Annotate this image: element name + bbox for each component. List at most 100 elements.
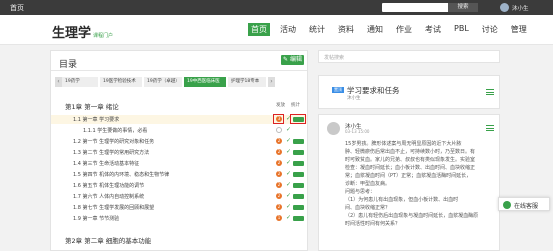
tab-class-1[interactable]: 19药学: [62, 77, 98, 87]
stats-badge[interactable]: [293, 194, 304, 199]
check-icon: ✓: [286, 159, 292, 166]
pinned-badge: 置顶: [332, 87, 344, 93]
post-text-line: 诊断：甲型血友病。: [345, 181, 391, 187]
list-item[interactable]: 1.9 第一章 节节测验 1 ✓: [51, 214, 307, 223]
check-icon: ✓: [286, 203, 292, 210]
check-icon: ✓: [286, 126, 292, 133]
stats-column-header: 统计: [291, 103, 300, 108]
top-home-link[interactable]: 首页: [10, 3, 24, 13]
list-item-label: 1.6 第五节 机体生理功能的调节: [73, 183, 145, 189]
avatar: [327, 122, 340, 135]
nav-discussion[interactable]: 讨论: [479, 23, 501, 36]
nav-home[interactable]: 首页: [248, 23, 270, 36]
user-avatar[interactable]: [500, 3, 509, 12]
post-text-line: 常；血浆凝血时间（PT）正常；血浆凝血活酶时间延长，: [345, 173, 472, 179]
stats-badge[interactable]: [293, 183, 304, 188]
stats-badge[interactable]: [293, 161, 304, 166]
stats-badge[interactable]: [293, 216, 304, 221]
list-item[interactable]: 1.1.1 学生要做的事情，必看 ✓: [51, 126, 307, 135]
nav-activity[interactable]: 活动: [277, 23, 299, 36]
task-count-badge: 2: [276, 149, 282, 155]
support-icon: [503, 201, 511, 209]
list-item-label: 1.9 第一章 节节测验: [73, 216, 120, 222]
status-ring-icon: [276, 127, 282, 133]
stats-badge[interactable]: [293, 150, 304, 155]
post-search-input[interactable]: 发帖搜索: [318, 50, 500, 63]
user-name[interactable]: 沐小生: [512, 4, 529, 12]
list-item[interactable]: 1.6 第五节 机体生理功能的调节 2 ✓: [51, 181, 307, 190]
tab-class-5[interactable]: 护理学18专本: [228, 77, 266, 87]
list-item-label: 1.4 第三节 生命活动基本特征: [73, 161, 140, 167]
task-count-badge: 2: [276, 193, 282, 199]
post-text-line: 时间活性时间有何关系？: [345, 221, 401, 227]
post-text-line: 检查：凝血时间延长；血小板计数、出血时间、血块收缩正: [345, 165, 476, 171]
task-count-badge: 2: [276, 160, 282, 166]
list-item-label: 1.7 第六节 人体内自动控制系统: [73, 194, 145, 200]
top-search-button[interactable]: 搜索: [448, 3, 478, 12]
post-text-line: 时可致贫血。家儿的兄弟、叔叔也有类似现象发生。实验室: [345, 157, 476, 163]
catalog-panel: 目录 ✎ 编辑 ‹ 19药学 19医学检验技术 19药学（卓越） 19中西医临床…: [50, 50, 308, 251]
divider: [51, 70, 307, 71]
stats-badge[interactable]: [293, 172, 304, 177]
list-item[interactable]: 1.4 第三节 生命活动基本特征 2 ✓: [51, 159, 307, 168]
post-date: 03-13 15:00: [345, 129, 370, 134]
task-count-badge: 2: [276, 138, 282, 144]
nav-stats[interactable]: 统计: [306, 23, 328, 36]
tab-next-arrow[interactable]: ›: [268, 77, 275, 87]
main-nav: 首页 活动 统计 资料 通知 作业 考试 PBL 讨论 管理: [248, 23, 537, 36]
list-item-label: 1.5 第四节 机体的内环境、稳态和生物节律: [73, 172, 170, 178]
list-item[interactable]: 1.8 第七节 生理学发展的回顾和展望 2 ✓: [51, 203, 307, 212]
support-label: 在线客服: [514, 203, 539, 210]
menu-icon[interactable]: [486, 125, 494, 131]
list-item[interactable]: 1.1 第一章 学习要求 3 ✓: [51, 114, 307, 124]
list-item[interactable]: 1.2 第一节 生理学的研究对象和任务 2 ✓: [51, 137, 307, 146]
course-logo[interactable]: 生理学 课程门户: [52, 22, 113, 41]
topic-author: 沐小生: [347, 96, 361, 101]
list-item-label: 1.1 第一章 学习要求: [73, 117, 120, 123]
release-column-header: 发放: [276, 103, 285, 108]
post-text-line: （2）患儿有轻伤后出血现象与凝血时间延长，血浆凝血酶原: [345, 213, 479, 219]
post-text-line: （1）为何患儿有出血现象，但血小板计数、出血时: [345, 197, 459, 203]
tab-class-2[interactable]: 19医学检验技术: [100, 77, 142, 87]
pinned-topic-card[interactable]: 置顶 学习要求和任务 沐小生: [318, 75, 500, 109]
online-support-button[interactable]: 在线客服: [498, 197, 550, 211]
post-card[interactable]: 沐小生 03-13 15:00 15岁男孩。脾形体述案与周无明显原因的近下大片脓…: [318, 114, 500, 251]
nav-homework[interactable]: 作业: [393, 23, 415, 36]
stats-badge[interactable]: [293, 205, 304, 210]
menu-icon[interactable]: [486, 89, 494, 95]
list-item[interactable]: 1.7 第六节 人体内自动控制系统 2 ✓: [51, 192, 307, 201]
list-item-label: 1.1.1 学生要做的事情，必看: [83, 128, 148, 134]
post-text-line: 间、血块收缩正常？: [345, 205, 391, 211]
nav-resources[interactable]: 资料: [335, 23, 357, 36]
task-count-badge: 2: [276, 171, 282, 177]
post-text-line: 15岁男孩。脾形体述案与周无明显原因的近下大片脓: [345, 141, 462, 147]
check-icon: ✓: [286, 214, 292, 221]
catalog-title: 目录: [59, 60, 78, 70]
top-bar: 首页 搜索 沐小生: [0, 0, 553, 15]
task-count-badge: 1: [276, 215, 282, 221]
list-item[interactable]: 1.3 第二节 生理学的常用研究方法 2 ✓: [51, 148, 307, 157]
task-count-badge: 2: [276, 204, 282, 210]
tab-class-4[interactable]: 19中西医临床医: [184, 77, 226, 87]
stats-badge[interactable]: [293, 139, 304, 144]
list-item-label: 1.3 第二节 生理学的常用研究方法: [73, 150, 150, 156]
chapter-heading[interactable]: 第2章 第二章 细胞的基本功能: [65, 235, 151, 245]
check-icon: ✓: [286, 137, 292, 144]
check-icon: ✓: [286, 181, 292, 188]
list-item[interactable]: 1.5 第四节 机体的内环境、稳态和生物节律 2 ✓: [51, 170, 307, 179]
check-icon: ✓: [286, 192, 292, 199]
tab-class-3[interactable]: 19药学（卓越）: [144, 77, 182, 87]
chapter-heading[interactable]: 第1章 第一章 绪论: [65, 101, 119, 111]
check-icon: ✓: [286, 170, 292, 177]
list-item-label: 1.2 第一节 生理学的研究对象和任务: [73, 139, 155, 145]
discussion-panel: 发帖搜索 置顶 学习要求和任务 沐小生 沐小生 03-13 15:00 15岁男…: [318, 50, 500, 251]
nav-pbl[interactable]: PBL: [451, 23, 472, 36]
nav-manage[interactable]: 管理: [508, 23, 530, 36]
post-text-line: 肿、轻微瘀伤后常出血不止，可持续数小时，乃至数日。有: [345, 149, 476, 155]
task-count-badge: 2: [276, 182, 282, 188]
nav-notice[interactable]: 通知: [364, 23, 386, 36]
nav-exam[interactable]: 考试: [422, 23, 444, 36]
check-icon: ✓: [286, 148, 292, 155]
tab-prev-arrow[interactable]: ‹: [55, 77, 62, 87]
edit-button[interactable]: ✎ 编辑: [281, 55, 304, 65]
